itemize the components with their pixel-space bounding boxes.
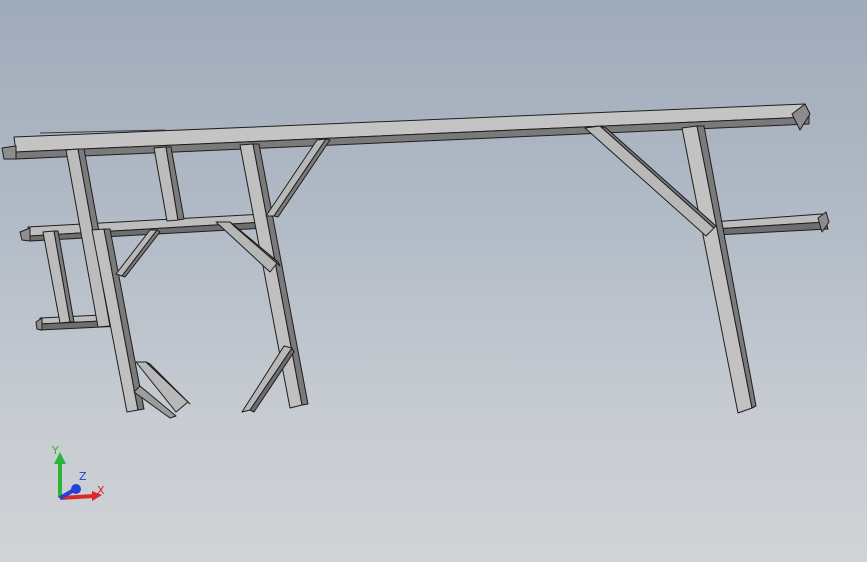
right-cantilever-beam[interactable] — [711, 211, 830, 236]
brace-top-mid[interactable] — [265, 138, 331, 218]
mid-column-1[interactable] — [153, 146, 185, 222]
graphics-viewport[interactable]: Y Z X — [0, 0, 867, 562]
y-axis-label: Y — [52, 444, 59, 457]
brace-left-small[interactable] — [115, 229, 161, 278]
z-axis-label: Z — [79, 470, 87, 483]
left-column-2[interactable] — [42, 230, 75, 324]
right-column[interactable] — [681, 125, 757, 414]
x-axis-label: X — [97, 484, 105, 497]
steel-frame-model[interactable] — [0, 0, 867, 562]
reference-triad: Y Z X — [40, 440, 120, 510]
